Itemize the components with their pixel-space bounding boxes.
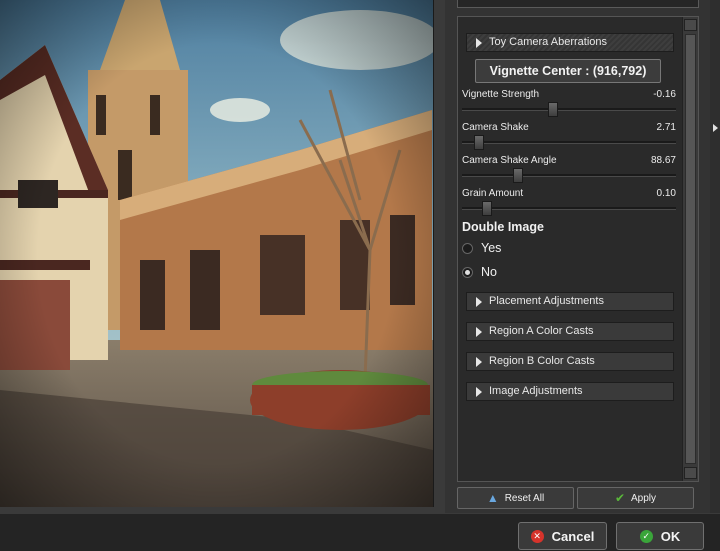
slider-track[interactable] <box>462 108 676 111</box>
apply-label: Apply <box>631 492 657 504</box>
section-region-a-color-casts[interactable]: Region A Color Casts <box>466 322 674 341</box>
section-toy-camera-aberrations[interactable]: Toy Camera Aberrations <box>466 33 674 52</box>
slider-label: Camera Shake <box>462 122 529 133</box>
radio-yes[interactable]: Yes <box>462 241 501 255</box>
ok-button[interactable]: ✓ OK <box>616 522 704 550</box>
scroll-thumb[interactable] <box>685 34 696 464</box>
cancel-x-icon: ✕ <box>530 529 544 543</box>
section-placement-adjustments[interactable]: Placement Adjustments <box>466 292 674 311</box>
expand-triangle-icon <box>476 326 482 337</box>
ok-label: OK <box>660 528 681 544</box>
section-image-adjustments[interactable]: Image Adjustments <box>466 382 674 401</box>
settings-scroll-area[interactable]: Toy Camera Aberrations Vignette Center :… <box>457 16 699 482</box>
expand-arrow-icon[interactable] <box>713 124 718 132</box>
slider-thumb[interactable] <box>548 102 558 117</box>
double-image-title: Double Image <box>462 220 544 234</box>
slider-thumb[interactable] <box>474 135 484 150</box>
radio-button[interactable] <box>462 242 473 254</box>
vertical-scrollbar[interactable] <box>682 17 698 481</box>
slider-vignette-strength: Vignette Strength -0.16 <box>462 89 680 119</box>
slider-track[interactable] <box>462 141 676 144</box>
section-label: Toy Camera Aberrations <box>489 36 607 48</box>
slider-label: Camera Shake Angle <box>462 155 557 166</box>
collapse-panel-strip[interactable] <box>710 0 720 513</box>
radio-label: Yes <box>481 241 502 255</box>
expand-triangle-icon <box>476 37 482 48</box>
slider-label: Grain Amount <box>462 188 524 199</box>
cancel-label: Cancel <box>551 528 595 544</box>
slider-value: 88.67 <box>650 155 676 166</box>
vignette-center-button[interactable]: Vignette Center : (916,792) <box>475 59 661 83</box>
settings-panel: Toy Camera Aberrations Vignette Center :… <box>445 0 710 513</box>
slider-thumb[interactable] <box>482 201 492 216</box>
section-label: Region A Color Casts <box>489 325 594 337</box>
checkmark-icon: ✔ <box>614 491 626 505</box>
dialog-footer: ✕ Cancel ✓ OK <box>0 513 720 551</box>
section-label: Region B Color Casts <box>489 355 595 367</box>
radio-button-selected[interactable] <box>462 266 473 278</box>
expand-triangle-icon <box>476 386 482 397</box>
reset-icon: ▲ <box>486 491 499 505</box>
apply-button[interactable]: ✔ Apply <box>577 487 694 509</box>
reset-all-button[interactable]: ▲ Reset All <box>457 487 574 509</box>
panel-top-box <box>457 0 699 8</box>
slider-value: 2.71 <box>656 122 676 133</box>
scroll-up-button[interactable] <box>684 19 697 31</box>
section-region-b-color-casts[interactable]: Region B Color Casts <box>466 352 674 371</box>
cancel-button[interactable]: ✕ Cancel <box>518 522 607 550</box>
slider-track[interactable] <box>462 207 676 210</box>
slider-thumb[interactable] <box>513 168 523 183</box>
slider-value: 0.10 <box>656 188 676 199</box>
ok-check-icon: ✓ <box>639 529 653 543</box>
slider-camera-shake: Camera Shake 2.71 <box>462 122 680 152</box>
expand-triangle-icon <box>476 356 482 367</box>
slider-grain-amount: Grain Amount 0.10 <box>462 188 680 218</box>
slider-track[interactable] <box>462 174 676 177</box>
section-label: Image Adjustments <box>489 385 583 397</box>
scroll-down-button[interactable] <box>684 467 697 479</box>
radio-label: No <box>481 265 497 279</box>
slider-camera-shake-angle: Camera Shake Angle 88.67 <box>462 155 680 185</box>
reset-all-label: Reset All <box>504 492 545 504</box>
preview-image <box>0 0 433 507</box>
preview-frame <box>433 0 445 512</box>
radio-no[interactable]: No <box>462 265 497 279</box>
slider-value: -0.16 <box>653 89 676 100</box>
section-label: Placement Adjustments <box>489 295 604 307</box>
photo-preview[interactable] <box>0 0 433 507</box>
slider-label: Vignette Strength <box>462 89 540 100</box>
expand-triangle-icon <box>476 296 482 307</box>
